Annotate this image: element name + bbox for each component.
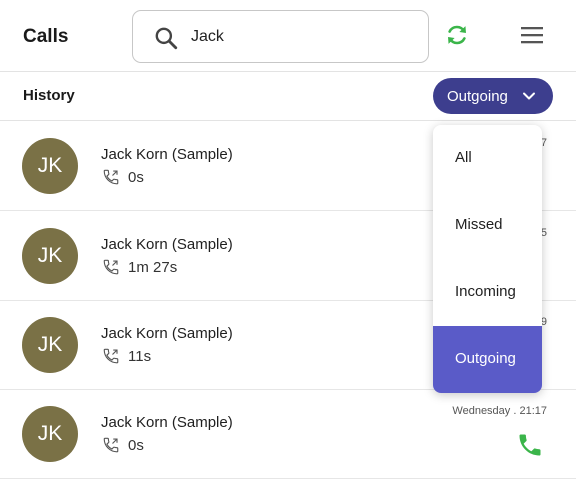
filter-option-outgoing[interactable]: Outgoing bbox=[433, 326, 542, 393]
filter-dropdown-menu: All Missed Incoming Outgoing bbox=[433, 125, 542, 393]
filter-option-label: Outgoing bbox=[455, 350, 516, 367]
call-row[interactable]: JK Jack Korn (Sample) 0s Wednesday . 21:… bbox=[0, 389, 576, 479]
search-icon bbox=[155, 27, 178, 50]
call-duration: 0s bbox=[128, 437, 144, 454]
call-time: Wednesday . 21:17 bbox=[452, 405, 547, 417]
search-input[interactable] bbox=[191, 26, 411, 48]
filter-option-all[interactable]: All bbox=[433, 125, 542, 192]
avatar: JK bbox=[22, 138, 78, 194]
filter-option-missed[interactable]: Missed bbox=[433, 192, 542, 259]
call-duration: 11s bbox=[128, 348, 152, 365]
outgoing-call-icon bbox=[103, 437, 119, 453]
avatar: JK bbox=[22, 317, 78, 373]
avatar: JK bbox=[22, 228, 78, 284]
outgoing-call-icon bbox=[103, 169, 119, 185]
hamburger-menu-icon[interactable] bbox=[520, 24, 544, 46]
chevron-down-icon bbox=[523, 92, 535, 100]
filter-option-label: Incoming bbox=[455, 283, 516, 300]
avatar: JK bbox=[22, 406, 78, 462]
outgoing-call-icon bbox=[103, 259, 119, 275]
refresh-icon[interactable] bbox=[444, 22, 470, 48]
app-header: Calls bbox=[0, 0, 576, 72]
search-box[interactable] bbox=[132, 10, 429, 63]
filter-option-label: Missed bbox=[455, 216, 503, 233]
page-title: Calls bbox=[23, 26, 69, 47]
call-filter-dropdown[interactable]: Outgoing bbox=[433, 78, 553, 114]
contact-name: Jack Korn (Sample) bbox=[101, 146, 233, 163]
contact-name: Jack Korn (Sample) bbox=[101, 236, 233, 253]
filter-option-incoming[interactable]: Incoming bbox=[433, 259, 542, 326]
phone-icon[interactable] bbox=[516, 431, 544, 459]
contact-name: Jack Korn (Sample) bbox=[101, 325, 233, 342]
filter-option-label: All bbox=[455, 149, 472, 166]
contact-name: Jack Korn (Sample) bbox=[101, 414, 233, 431]
history-title: History bbox=[23, 87, 75, 104]
call-duration: 0s bbox=[128, 169, 144, 186]
outgoing-call-icon bbox=[103, 348, 119, 364]
call-duration: 1m 27s bbox=[128, 259, 178, 276]
history-bar: History Outgoing bbox=[0, 72, 576, 121]
filter-selected-label: Outgoing bbox=[447, 88, 508, 105]
